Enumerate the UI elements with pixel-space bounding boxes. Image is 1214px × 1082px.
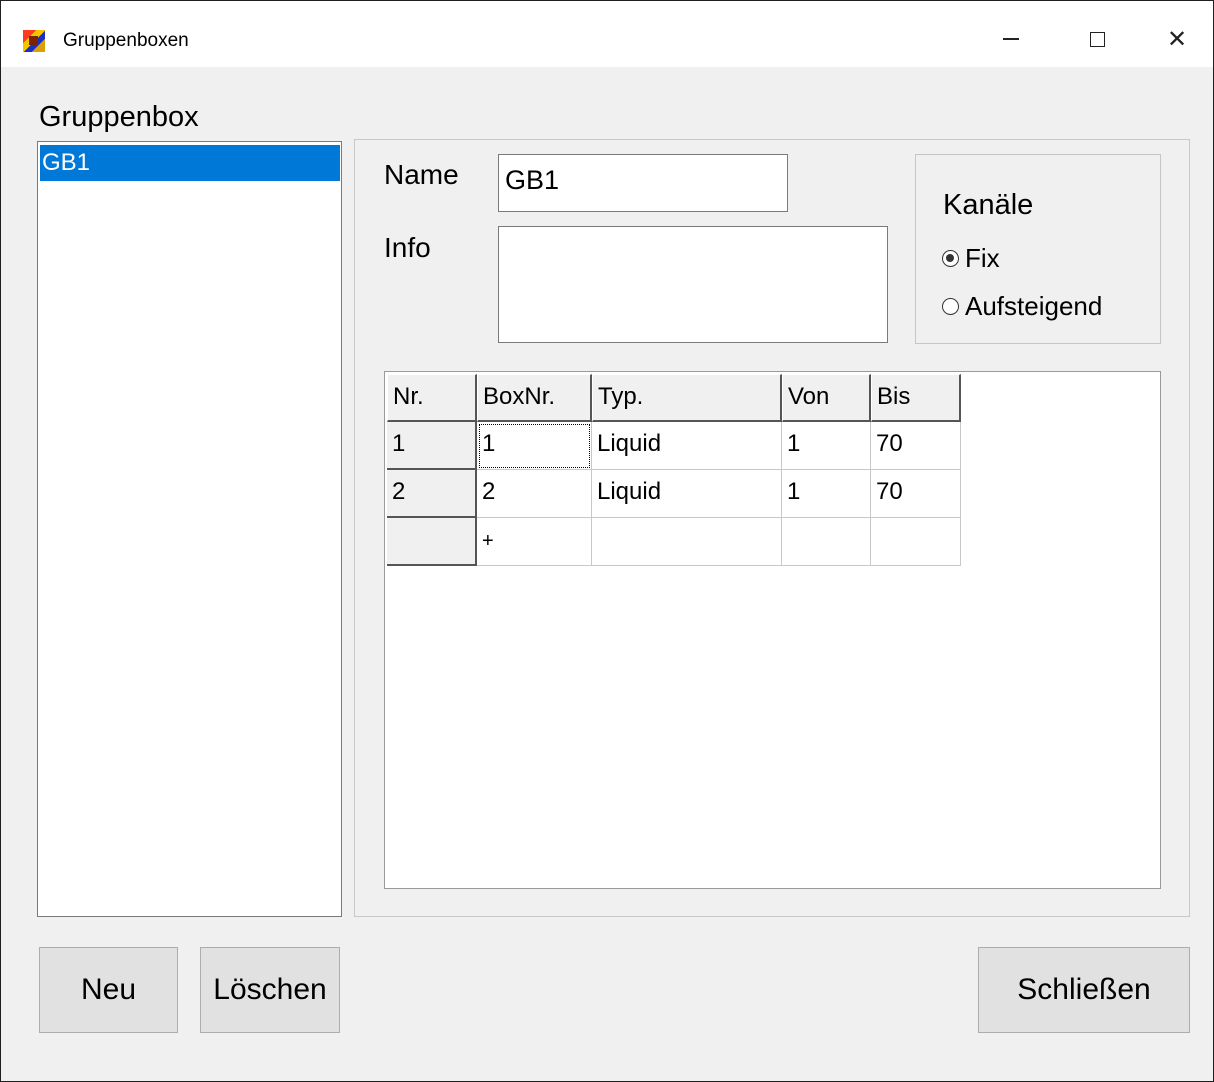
table-cell[interactable] [782, 518, 871, 566]
row-header[interactable]: 2 [387, 470, 477, 518]
close-button[interactable]: Schließen [978, 947, 1190, 1033]
close-icon: ✕ [1166, 25, 1188, 53]
column-header-bis[interactable]: Bis [871, 374, 961, 422]
table-cell[interactable]: 1 [782, 470, 871, 518]
column-header-von[interactable]: Von [782, 374, 871, 422]
delete-button[interactable]: Löschen [200, 947, 340, 1033]
radio-ascending-label: Aufsteigend [965, 291, 1103, 321]
list-label: Gruppenbox [39, 101, 199, 133]
name-field[interactable]: GB1 [498, 154, 788, 212]
column-header-typ[interactable]: Typ. [592, 374, 782, 422]
maximize-icon [1089, 31, 1105, 47]
channels-label: Kanäle [943, 189, 1034, 221]
radio-fix[interactable]: Fix [942, 243, 1000, 274]
new-button[interactable]: Neu [39, 947, 178, 1033]
table-cell[interactable]: 1 [782, 422, 871, 470]
table-cell[interactable]: 1 [477, 422, 592, 470]
radio-unchecked-icon [942, 298, 959, 315]
radio-ascending[interactable]: Aufsteigend [942, 291, 1102, 322]
name-label: Name [384, 159, 459, 190]
new-row-cell[interactable]: + [477, 518, 592, 566]
dialog-window: Gruppenboxen ✕ Gruppenbox GB1 Name GB1 I… [0, 0, 1214, 1082]
table-cell[interactable]: Liquid [592, 470, 782, 518]
row-header[interactable] [387, 518, 477, 566]
table-cell[interactable] [592, 518, 782, 566]
info-label: Info [384, 232, 431, 263]
radio-checked-icon [942, 250, 959, 267]
window-title: Gruppenboxen [63, 30, 189, 51]
table-cell[interactable]: 70 [871, 470, 961, 518]
list-item[interactable]: GB1 [40, 145, 340, 181]
minimize-icon [1003, 38, 1019, 40]
info-field[interactable] [498, 226, 888, 343]
maximize-button[interactable] [1067, 19, 1127, 59]
radio-fix-label: Fix [965, 243, 1000, 273]
close-window-button[interactable]: ✕ [1147, 19, 1207, 59]
table-cell[interactable]: 70 [871, 422, 961, 470]
row-header[interactable]: 1 [387, 422, 477, 470]
table-cell[interactable] [871, 518, 961, 566]
minimize-button[interactable] [981, 19, 1041, 59]
table-cell[interactable]: 2 [477, 470, 592, 518]
title-bar: Gruppenboxen ✕ [1, 1, 1213, 67]
column-header-nr[interactable]: Nr. [387, 374, 477, 422]
table-cell[interactable]: Liquid [592, 422, 782, 470]
app-icon [23, 30, 45, 52]
box-grid: Nr. BoxNr. Typ. Von Bis 1 1 Liquid 1 70 … [384, 371, 1161, 889]
group-box-list[interactable]: GB1 [37, 141, 342, 917]
column-header-boxnr[interactable]: BoxNr. [477, 374, 592, 422]
